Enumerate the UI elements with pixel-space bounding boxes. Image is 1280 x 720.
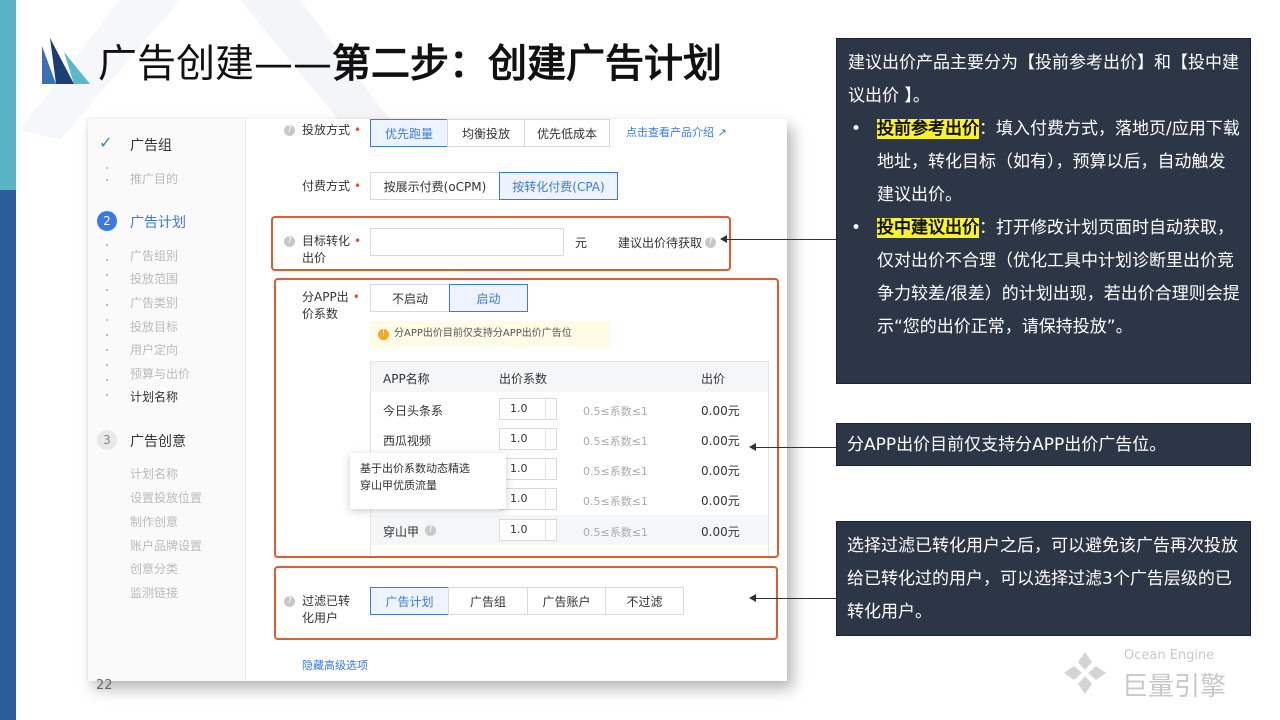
step-connector-dot [106,364,108,366]
step-connector-dot [106,274,108,276]
option-low-cost[interactable]: 优先低成本 [524,119,610,147]
step-connector-dot [106,334,108,336]
step-sidebar: ✓ 广告组 推广目的 2 广告计划 广告组别 投放范围 广告类别 投放目标 用户… [88,119,246,681]
sidebar-sub-item[interactable]: 广告类别 [130,294,178,311]
highlight-target-bid [271,216,731,271]
arrow-icon [720,235,836,243]
step-number-badge: 3 [97,430,117,450]
note-bullet-key: 投前参考出价 [877,119,979,139]
step-connector-dot [106,179,108,181]
sidebar-sub-item[interactable]: 计划名称 [130,465,178,482]
pay-mode-label-text: 付费方式 [302,179,351,193]
step-connector-dot [106,244,108,246]
step-number-badge: 2 [97,211,117,231]
sidebar-sub-item[interactable]: 监测链接 [130,584,178,601]
note-bullet: • 投中建议出价：打开修改计划页面时自动获取，仅对出价不合理（优化工具中计划诊断… [848,212,1240,344]
step-connector-dot [106,167,108,169]
sidebar-sub-item[interactable]: 投放目标 [130,318,178,335]
arrow-icon [749,594,836,602]
brand-chinese: 巨量引擎 [1122,672,1227,702]
delivery-mode-label: 投放方式 • [302,123,362,137]
help-icon[interactable]: ? [284,125,295,136]
step-connector-dot [106,379,108,381]
note-bullet-key: 投中建议出价 [877,218,979,238]
sidebar-sub-item[interactable]: 创意分类 [130,560,178,577]
step-connector-dot [106,394,108,396]
title-normal: 广告创建—— [98,42,333,87]
sidebar-sub-item[interactable]: 投放范围 [130,270,178,287]
sidebar-sub-item-current[interactable]: 计划名称 [130,388,178,405]
note-intro: 建议出价产品主要分为【投前参考出价】和【投中建议出价 】。 [848,53,1239,106]
note-filter: 选择过滤已转化用户之后，可以避免该广告再次投放给已转化过的用户，可以选择过滤3个… [836,521,1251,636]
check-icon: ✓ [99,133,113,152]
page-title: 广告创建——第二步：创建广告计划 [98,36,722,94]
sidebar-sub-item[interactable]: 账户品牌设置 [130,537,202,554]
option-priority-volume[interactable]: 优先跑量 [370,119,448,147]
step-connector-dot [106,289,108,291]
sidebar-step-ad-creative[interactable]: 广告创意 [130,431,186,451]
sidebar-sub-promotion-goal[interactable]: 推广目的 [130,170,178,187]
page-number: 22 [96,678,113,693]
note-bullet: • 投前参考出价：填入付费方式，落地页/应用下载地址，转化目标（如有），预算以后… [848,113,1240,212]
logo-icon [42,38,90,84]
highlight-filter [274,566,778,640]
sidebar-step-ad-group[interactable]: 广告组 [130,135,172,155]
bullet-icon: • [851,119,862,139]
note-app-bid: 分APP出价目前仅支持分APP出价广告位。 [836,423,1251,466]
step-connector-dot [106,304,108,306]
brand-logo: Ocean Engine 巨量引擎 [1062,646,1252,702]
step-connector-dot [106,319,108,321]
ocean-engine-logo-icon [1064,652,1106,694]
pay-mode-label: 付费方式 • [302,179,362,193]
option-cpa[interactable]: 按转化付费(CPA) [499,172,618,200]
sidebar-sub-item[interactable]: 预算与出价 [130,365,190,382]
product-intro-link-text[interactable]: 点击查看产品介绍 [626,126,714,139]
delivery-mode-label-text: 投放方式 [302,123,351,137]
step-connector-dot [106,259,108,261]
sidebar-sub-item[interactable]: 广告组别 [130,247,178,264]
external-link-icon[interactable]: ↗ [718,126,727,139]
sidebar-sub-item[interactable]: 制作创意 [130,513,178,530]
bullet-icon: • [851,218,862,238]
sidebar-sub-item[interactable]: 用户定向 [130,341,178,358]
highlight-app-bid [274,278,779,558]
title-bold: 第二步：创建广告计划 [332,42,723,87]
hide-advanced-options-link[interactable]: 隐藏高级选项 [302,657,368,673]
sidebar-step-ad-plan[interactable]: 广告计划 [130,212,186,232]
arrow-icon [749,443,836,451]
step-connector-dot [106,349,108,351]
brand-english: Ocean Engine [1124,648,1215,663]
product-intro-link[interactable]: 点击查看产品介绍 ↗ [626,124,727,140]
option-ocpm[interactable]: 按展示付费(oCPM) [370,172,500,200]
option-balanced[interactable]: 均衡投放 [447,119,525,147]
note-suggested-bid: 建议出价产品主要分为【投前参考出价】和【投中建议出价 】。 • 投前参考出价：填… [836,38,1251,384]
sidebar-sub-item[interactable]: 设置投放位置 [130,489,202,506]
